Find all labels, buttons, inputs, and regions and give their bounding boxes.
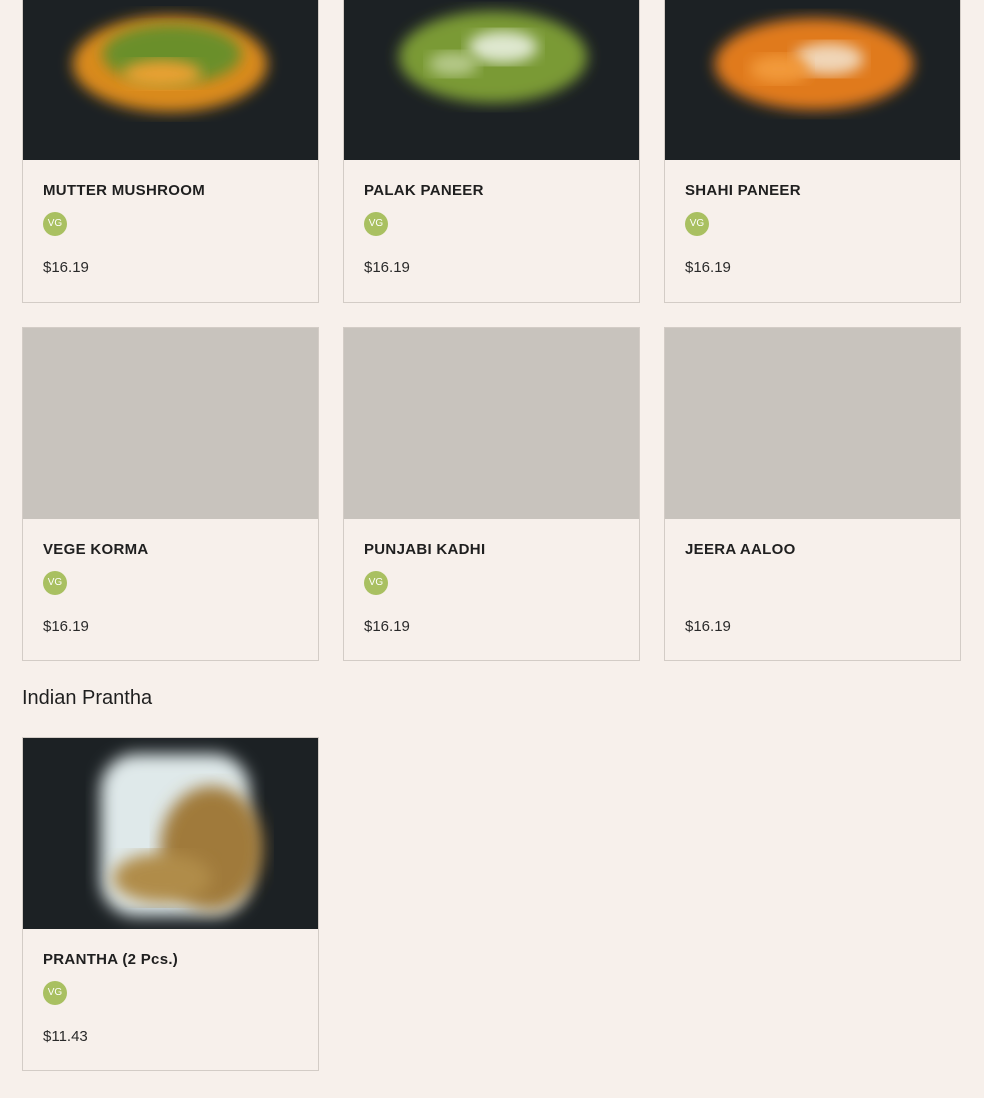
dish-price: $16.19 (364, 259, 410, 276)
dish-photo (665, 0, 960, 160)
dish-price: $16.19 (43, 259, 89, 276)
menu-grid-row-1: MUTTER MUSHROOM VG $16.19 PALAK PANEER V… (22, 0, 961, 303)
vegan-badge: VG (43, 981, 67, 1005)
menu-item-card[interactable]: JEERA AALOO $16.19 (664, 327, 961, 661)
vegan-badge: VG (364, 212, 388, 236)
dish-image-placeholder (665, 328, 960, 519)
vegan-badge: VG (43, 571, 67, 595)
menu-item-card[interactable]: SHAHI PANEER VG $16.19 (664, 0, 961, 303)
vegan-badge: VG (685, 212, 709, 236)
dish-name: VEGE KORMA (43, 541, 149, 558)
menu-grid-prantha: PRANTHA (2 Pcs.) VG $11.43 (22, 737, 961, 1071)
dish-name: JEERA AALOO (685, 541, 796, 558)
dish-name: SHAHI PANEER (685, 182, 801, 199)
dish-price: $11.43 (43, 1028, 88, 1045)
dish-price: $16.19 (43, 618, 89, 635)
dish-photo (344, 0, 639, 160)
dish-name: PALAK PANEER (364, 182, 484, 199)
dish-name: PRANTHA (2 Pcs.) (43, 951, 179, 968)
dish-image-placeholder (344, 328, 639, 519)
vegan-badge: VG (43, 212, 67, 236)
vegan-badge: VG (364, 571, 388, 595)
dish-price: $16.19 (685, 618, 731, 635)
dish-image-placeholder (23, 328, 318, 519)
menu-item-card[interactable]: MUTTER MUSHROOM VG $16.19 (22, 0, 319, 303)
menu-grid-row-2: VEGE KORMA VG $16.19 PUNJABI KADHI VG $1… (22, 327, 961, 661)
menu-item-card[interactable]: PUNJABI KADHI VG $16.19 (343, 327, 640, 661)
menu-item-card[interactable]: VEGE KORMA VG $16.19 (22, 327, 319, 661)
dish-name: PUNJABI KADHI (364, 541, 486, 558)
dish-photo (23, 0, 318, 160)
dish-price: $16.19 (685, 259, 731, 276)
dish-name: MUTTER MUSHROOM (43, 182, 205, 199)
menu-item-card[interactable]: PRANTHA (2 Pcs.) VG $11.43 (22, 737, 319, 1071)
dish-price: $16.19 (364, 618, 410, 635)
section-title: Indian Prantha (22, 687, 153, 709)
menu-item-card[interactable]: PALAK PANEER VG $16.19 (343, 0, 640, 303)
dish-photo (23, 738, 318, 929)
